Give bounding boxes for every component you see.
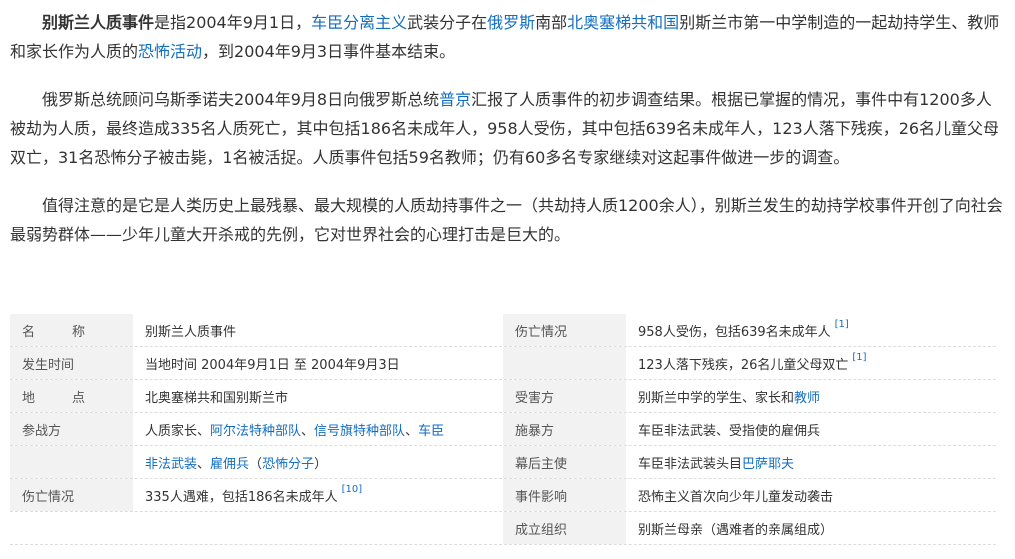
info-row: 非法武装、雇佣兵（恐怖分子） 幕后主使 车臣非法武装头目 巴萨耶夫 [10, 446, 996, 479]
info-key-casualties: 伤亡情况 [503, 314, 626, 346]
link-chechen-separatism[interactable]: 车臣分离主义 [311, 13, 407, 32]
info-value-name: 别斯兰人质事件 [145, 324, 237, 340]
link-mercenary[interactable]: 雇佣兵 [210, 453, 249, 472]
link-teacher[interactable]: 教师 [794, 387, 820, 406]
significance-paragraph: 值得注意的是它是人类历史上最残暴、最大规模的人质劫持事件之一（共劫持人质1200… [10, 196, 1003, 244]
info-value-victims: 别斯兰中学的学生、家长和 教师 [626, 387, 996, 406]
citation-link[interactable]: [1] [835, 319, 849, 330]
info-key-belligerents: 参战方 [10, 413, 133, 445]
intro-paragraph: 别斯兰人质事件是指2004年9月1日，车臣分离主义武装分子在俄罗斯南部北奥塞梯共… [10, 13, 1000, 61]
info-key-perpetrators: 施暴方 [503, 413, 626, 445]
info-value-belligerents-cont: 非法武装、雇佣兵（恐怖分子） [133, 453, 503, 472]
info-key-victims: 受害方 [503, 380, 626, 412]
info-value-perpetrators: 车臣非法武装、受指使的雇佣兵 [638, 423, 821, 439]
info-row: 参战方 人质家长、 阿尔法特种部队、信号旗特种部队、车臣 施暴方 车臣非法武装、受… [10, 413, 996, 446]
link-vympel[interactable]: 信号旗特种部队 [314, 420, 405, 439]
link-north-ossetia[interactable]: 北奥塞梯共和国 [567, 13, 679, 32]
info-value-place: 北奥塞梯共和国别斯兰市 [145, 390, 289, 406]
link-putin[interactable]: 普京 [439, 90, 471, 109]
info-value-belligerents: 人质家长、 阿尔法特种部队、信号旗特种部队、车臣 [133, 420, 503, 439]
info-row: 地 点 北奥塞梯共和国别斯兰市 受害方 别斯兰中学的学生、家长和 教师 [10, 380, 996, 413]
citation-link[interactable]: [1] [852, 352, 866, 363]
link-chechen-militants[interactable]: 车臣 [418, 420, 444, 439]
link-basayev[interactable]: 巴萨耶夫 [742, 453, 794, 472]
info-key-casualties: 伤亡情况 [10, 479, 133, 511]
info-value-disabled: 123人落下残疾，26名儿童父母双亡 [1] [638, 351, 867, 373]
info-value-mastermind: 车臣非法武装头目 巴萨耶夫 [626, 453, 996, 472]
citation-link[interactable]: [10] [342, 484, 363, 495]
infobox-table: 名 称 别斯兰人质事件 伤亡情况 958人受伤，包括639名未成年人 [1] 发生… [10, 314, 996, 545]
info-row: 成立组织 别斯兰母亲（遇难者的亲属组成） [10, 512, 996, 545]
link-chechen-militants[interactable]: 非法武装 [145, 453, 197, 472]
link-russia[interactable]: 俄罗斯 [487, 13, 535, 32]
info-value-organization: 别斯兰母亲（遇难者的亲属组成） [638, 522, 834, 538]
info-value-time: 当地时间 2004年9月1日 至 2004年9月3日 [145, 357, 400, 373]
article-subject: 别斯兰人质事件 [42, 13, 155, 32]
info-value-deaths: 335人遇难，包括186名未成年人 [10] [145, 483, 363, 505]
info-row: 发生时间 当地时间 2004年9月1日 至 2004年9月3日 123人落下残疾… [10, 347, 996, 380]
info-row: 名 称 别斯兰人质事件 伤亡情况 958人受伤，包括639名未成年人 [1] [10, 314, 996, 347]
info-value-injured: 958人受伤，包括639名未成年人 [1] [638, 318, 849, 340]
link-terrorism[interactable]: 恐怖活动 [138, 42, 202, 61]
info-key-time: 发生时间 [10, 347, 133, 379]
article-body: 别斯兰人质事件是指2004年9月1日，车臣分离主义武装分子在俄罗斯南部北奥塞梯共… [10, 0, 1005, 249]
link-terrorists[interactable]: 恐怖分子 [262, 453, 314, 472]
report-paragraph: 俄罗斯总统顾问乌斯季诺夫2004年9月8日向俄罗斯总统普京汇报了人质事件的初步调… [10, 90, 1000, 167]
link-alpha-group[interactable]: 阿尔法特种部队 [210, 420, 301, 439]
info-key-name: 名 称 [10, 314, 133, 346]
info-key-mastermind: 幕后主使 [503, 446, 626, 478]
info-key-place: 地 点 [10, 380, 133, 412]
info-row: 伤亡情况 335人遇难，包括186名未成年人 [10] 事件影响 恐怖主义首次向少… [10, 479, 996, 512]
info-value-impact: 恐怖主义首次向少年儿童发动袭击 [638, 489, 834, 505]
info-key-organization: 成立组织 [503, 512, 626, 544]
info-key-impact: 事件影响 [503, 479, 626, 511]
